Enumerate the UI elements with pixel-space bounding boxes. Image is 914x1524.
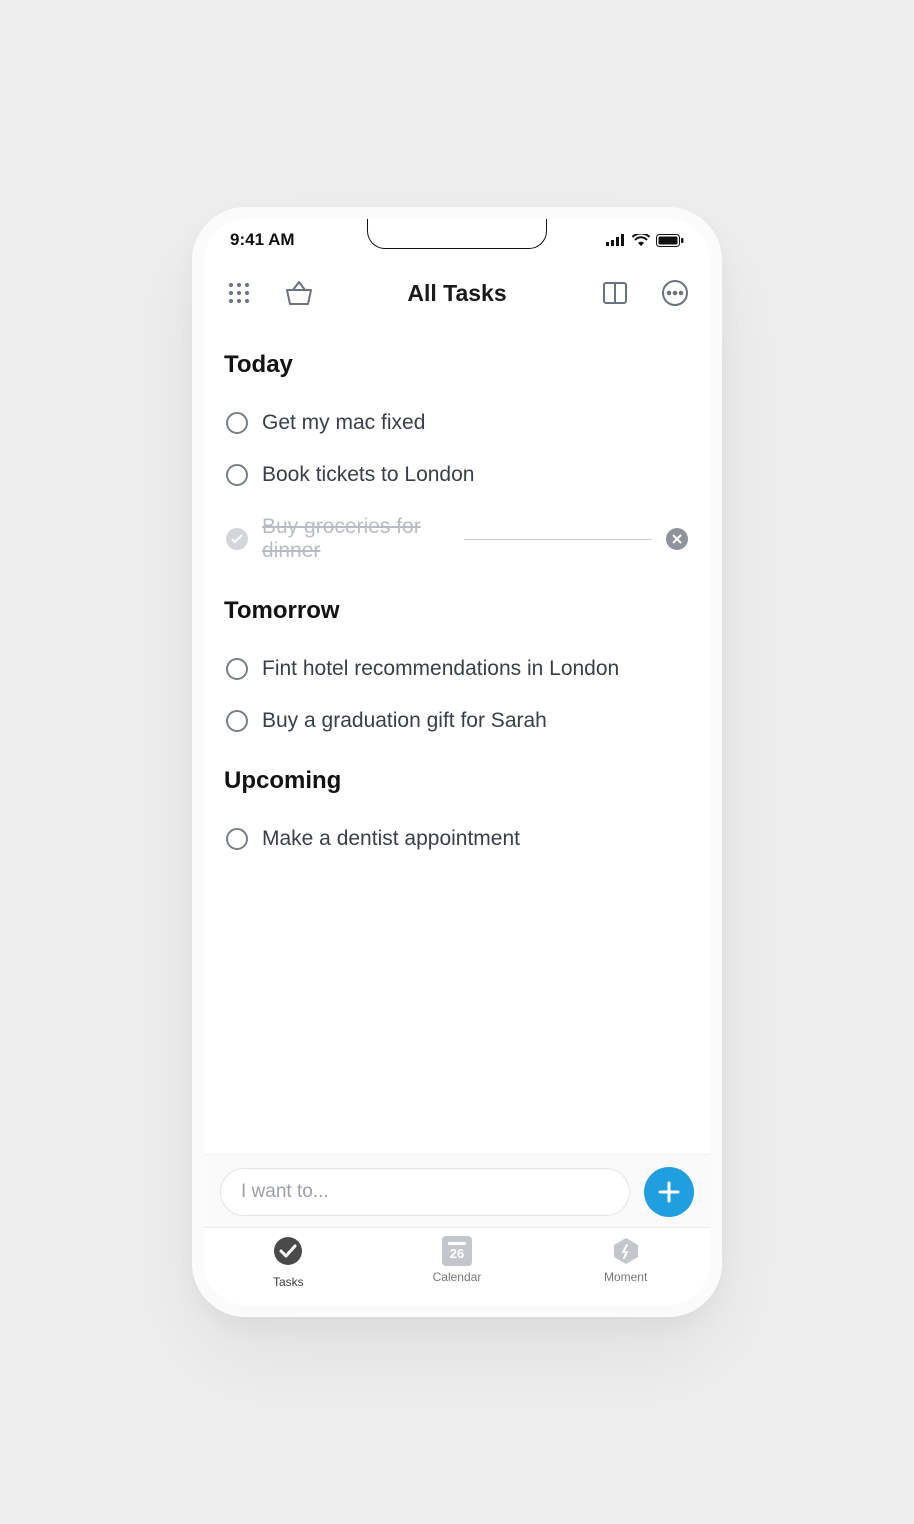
task-label: Buy groceries for dinner [262, 515, 450, 563]
basket-icon[interactable] [284, 278, 314, 308]
delete-task-icon[interactable] [666, 528, 688, 550]
calendar-tab-icon: 26 [442, 1236, 472, 1266]
moment-tab-icon [611, 1236, 641, 1266]
book-icon[interactable] [600, 278, 630, 308]
grid-menu-icon[interactable] [224, 278, 254, 308]
task-row[interactable]: Make a dentist appointment [224, 813, 690, 865]
section-title: Today [224, 351, 690, 379]
task-checkbox[interactable] [226, 528, 248, 550]
task-label: Get my mac fixed [262, 411, 688, 435]
battery-icon [656, 234, 684, 247]
task-label: Make a dentist appointment [262, 827, 688, 851]
section-today: Today Get my mac fixed Book tickets to L… [224, 351, 690, 577]
page-title: All Tasks [407, 280, 506, 307]
cellular-icon [606, 234, 626, 246]
phone-frame: 9:41 AM [192, 207, 722, 1317]
phone-notch [367, 219, 547, 249]
section-title: Tomorrow [224, 597, 690, 625]
section-upcoming: Upcoming Make a dentist appointment [224, 767, 690, 865]
app-toolbar: All Tasks [204, 261, 710, 325]
task-checkbox[interactable] [226, 828, 248, 850]
task-label: Book tickets to London [262, 463, 688, 487]
tab-moment[interactable]: Moment [571, 1236, 681, 1305]
bottom-tab-bar: Tasks 26 Calendar Moment [204, 1227, 710, 1305]
tab-label: Calendar [433, 1270, 482, 1284]
task-row[interactable]: Get my mac fixed [224, 397, 690, 449]
status-time: 9:41 AM [230, 230, 295, 250]
quick-add-input[interactable]: I want to... [220, 1168, 630, 1216]
task-label: Buy a graduation gift for Sarah [262, 709, 688, 733]
task-list-scroll[interactable]: Today Get my mac fixed Book tickets to L… [204, 325, 710, 1154]
task-checkbox[interactable] [226, 658, 248, 680]
task-row[interactable]: Buy groceries for dinner [224, 501, 690, 577]
phone-screen: 9:41 AM [204, 219, 710, 1305]
tab-calendar[interactable]: 26 Calendar [402, 1236, 512, 1305]
section-tomorrow: Tomorrow Fint hotel recommendations in L… [224, 597, 690, 747]
wifi-icon [632, 234, 650, 246]
section-title: Upcoming [224, 767, 690, 795]
task-label: Fint hotel recommendations in London [262, 657, 688, 681]
task-row[interactable]: Buy a graduation gift for Sarah [224, 695, 690, 747]
task-checkbox[interactable] [226, 412, 248, 434]
task-checkbox[interactable] [226, 464, 248, 486]
status-right [606, 234, 684, 247]
more-icon[interactable] [660, 278, 690, 308]
tab-label: Tasks [273, 1275, 304, 1289]
quick-add-bar: I want to... [204, 1154, 710, 1227]
task-row[interactable]: Fint hotel recommendations in London [224, 643, 690, 695]
quick-add-placeholder: I want to... [241, 1181, 329, 1203]
task-row[interactable]: Book tickets to London [224, 449, 690, 501]
tab-label: Moment [604, 1270, 647, 1284]
task-checkbox[interactable] [226, 710, 248, 732]
tasks-tab-icon [273, 1236, 303, 1271]
add-task-button[interactable] [644, 1167, 694, 1217]
tab-tasks[interactable]: Tasks [233, 1236, 343, 1305]
task-strike-line [464, 539, 652, 540]
